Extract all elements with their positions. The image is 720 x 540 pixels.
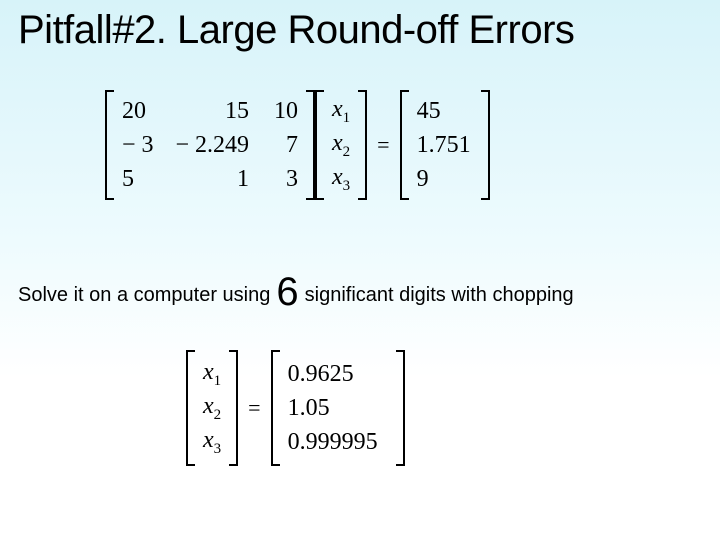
left-bracket-icon [315, 90, 324, 200]
vector-solution-cell: 0.9625 [288, 361, 388, 388]
instruction-post: significant digits with chopping [305, 284, 574, 307]
vector-solution-cell: 0.999995 [288, 429, 388, 456]
left-bracket-icon [400, 90, 409, 200]
vector-b-cell: 1.751 [417, 132, 473, 159]
matrix-a-cell: − 2.249 [175, 132, 255, 159]
matrix-a: 20 15 10 − 3 − 2.249 7 5 1 3 [114, 90, 306, 200]
matrix-a-cell: 7 [255, 132, 300, 159]
left-bracket-icon [105, 90, 114, 200]
left-bracket-icon [271, 350, 280, 466]
left-bracket-icon [186, 350, 195, 466]
instruction-digits: 6 [276, 272, 298, 312]
right-bracket-icon [358, 90, 367, 200]
right-bracket-icon [481, 90, 490, 200]
vector-x-cell: x1 [332, 96, 350, 127]
vector-x-cell: x2 [332, 130, 350, 161]
vector-x: x1 x2 x3 [195, 353, 229, 463]
vector-x-cell: x3 [332, 164, 350, 195]
equation-solution: x1 x2 x3 = 0.9625 1.05 0.999995 [186, 350, 405, 466]
vector-b: 45 1.751 9 [409, 90, 481, 200]
instruction-line: Solve it on a computer using 6 significa… [18, 268, 702, 308]
vector-x-cell: x2 [203, 393, 221, 424]
vector-b-cell: 9 [417, 166, 473, 193]
matrix-a-cell: 10 [255, 98, 300, 125]
slide: Pitfall#2. Large Round-off Errors 20 15 … [0, 0, 720, 540]
matrix-a-cell: − 3 [120, 132, 175, 159]
vector-x-cell: x1 [203, 359, 221, 390]
equals-sign: = [367, 132, 399, 158]
slide-title: Pitfall#2. Large Round-off Errors [18, 8, 574, 53]
vector-b-cell: 45 [417, 98, 473, 125]
matrix-a-cell: 15 [175, 98, 255, 125]
matrix-a-cell: 20 [120, 98, 175, 125]
matrix-a-cell: 3 [255, 166, 300, 193]
matrix-a-cell: 5 [120, 166, 175, 193]
right-bracket-icon [396, 350, 405, 466]
equals-sign: = [238, 395, 270, 421]
instruction-pre: Solve it on a computer using [18, 284, 270, 307]
right-bracket-icon [229, 350, 238, 466]
vector-solution-cell: 1.05 [288, 395, 388, 422]
right-bracket-icon [306, 90, 315, 200]
equation-ax-eq-b: 20 15 10 − 3 − 2.249 7 5 1 3 x1 x2 x3 = … [105, 90, 490, 200]
vector-x-cell: x3 [203, 427, 221, 458]
matrix-a-cell: 1 [175, 166, 255, 193]
vector-x: x1 x2 x3 [324, 90, 358, 200]
vector-solution: 0.9625 1.05 0.999995 [280, 353, 396, 463]
